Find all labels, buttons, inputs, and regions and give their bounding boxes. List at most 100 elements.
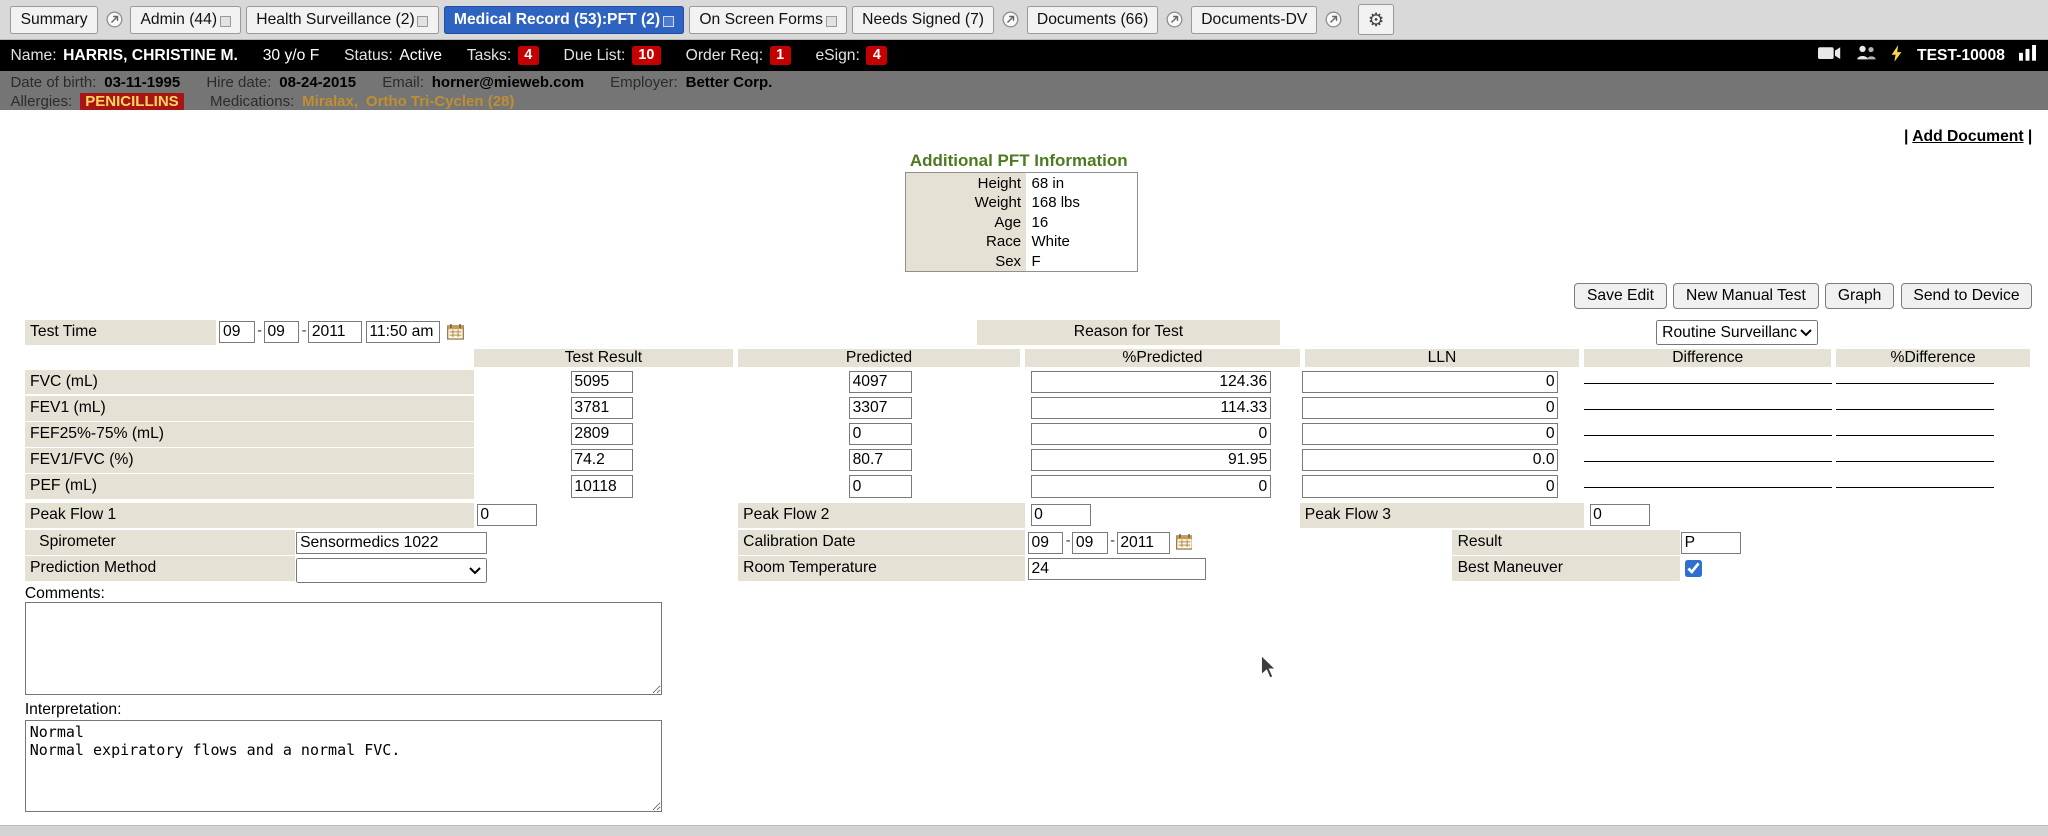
tab-health-surveillance[interactable]: Health Surveillance (2) — [246, 6, 438, 34]
pct-predicted-input[interactable] — [1031, 423, 1271, 445]
tab-on-screen-forms[interactable]: On Screen Forms — [689, 6, 847, 34]
tab-mini-popout-icon[interactable] — [826, 16, 837, 27]
prediction-method-select[interactable] — [296, 558, 487, 583]
order-req-label[interactable]: Order Req: — [686, 47, 763, 65]
tab-admin[interactable]: Admin (44) — [130, 6, 241, 34]
sex-label: Sex — [906, 252, 1027, 272]
calibration-date-label: Calibration Date — [738, 530, 1025, 555]
room-temperature-label: Room Temperature — [738, 556, 1025, 581]
tab-mini-popout-icon[interactable] — [220, 16, 231, 27]
action-button-row: Save Edit New Manual Test Graph Send to … — [1574, 283, 2032, 308]
tab-mini-popout-icon[interactable] — [417, 16, 428, 27]
test-time-label: Test Time — [25, 320, 216, 345]
best-maneuver-checkbox[interactable] — [1685, 560, 1702, 577]
peak-flow-2-input[interactable] — [1031, 504, 1091, 526]
settings-button[interactable]: ⚙ — [1358, 4, 1394, 35]
new-manual-test-button[interactable]: New Manual Test — [1673, 283, 1818, 308]
predicted-input[interactable] — [849, 371, 912, 393]
allergy-badge[interactable]: PENICILLINS — [80, 93, 184, 110]
test-result-input[interactable] — [571, 449, 634, 471]
comments-textarea[interactable] — [25, 602, 662, 695]
bar-chart-icon[interactable] — [2019, 45, 2037, 66]
webchart-window: Summary Admin (44) Health Surveillance (… — [0, 0, 2048, 836]
calibration-day-input[interactable] — [1072, 532, 1107, 554]
room-temperature-input[interactable] — [1028, 558, 1206, 580]
lln-input[interactable] — [1302, 475, 1558, 497]
test-time-month-input[interactable] — [219, 321, 254, 343]
calibration-year-input[interactable] — [1117, 532, 1171, 554]
weight-label: Weight — [906, 193, 1027, 213]
due-list-count-badge[interactable]: 10 — [632, 46, 661, 66]
peak-flow-3-label: Peak Flow 3 — [1300, 503, 1585, 528]
lln-input[interactable] — [1302, 397, 1558, 419]
tasks-count-badge[interactable]: 4 — [518, 46, 539, 66]
interpretation-textarea[interactable]: Normal Normal expiratory flows and a nor… — [25, 720, 662, 813]
predicted-input[interactable] — [849, 475, 912, 497]
peak-flow-3-input[interactable] — [1590, 504, 1650, 526]
medication-link[interactable]: Ortho Tri-Cyclen (28) — [366, 93, 515, 110]
test-time-time-input[interactable] — [366, 321, 440, 343]
lln-input[interactable] — [1302, 371, 1558, 393]
predicted-input[interactable] — [849, 397, 912, 419]
peak-flow-1-input[interactable] — [477, 504, 537, 526]
column-header-difference: Difference — [1584, 349, 1831, 367]
test-result-input[interactable] — [571, 371, 634, 393]
spirometer-input[interactable] — [296, 532, 487, 554]
lln-input[interactable] — [1302, 423, 1558, 445]
test-result-input[interactable] — [571, 423, 634, 445]
popout-icon[interactable] — [1325, 11, 1342, 28]
tab-documents-dv[interactable]: Documents-DV — [1191, 6, 1317, 34]
tab-documents[interactable]: Documents (66) — [1027, 6, 1159, 34]
test-time-year-input[interactable] — [308, 321, 362, 343]
esign-count-badge[interactable]: 4 — [866, 46, 887, 66]
graph-button[interactable]: Graph — [1825, 283, 1894, 308]
difference-blank-line — [1584, 409, 1832, 410]
calibration-month-input[interactable] — [1028, 532, 1063, 554]
reason-for-test-label: Reason for Test — [977, 320, 1280, 345]
calendar-icon[interactable] — [1176, 534, 1193, 550]
pct-predicted-input[interactable] — [1031, 397, 1271, 419]
tab-medical-record-pft[interactable]: Medical Record (53):PFT (2) — [444, 6, 684, 34]
esign-label[interactable]: eSign: — [815, 47, 859, 65]
pct-predicted-input[interactable] — [1031, 475, 1271, 497]
pft-info-row: Age16 — [906, 213, 1137, 233]
weight-value: 168 lbs — [1026, 193, 1137, 213]
add-document-link[interactable]: Add Document — [1912, 128, 2023, 145]
tab-needs-signed[interactable]: Needs Signed (7) — [852, 6, 994, 34]
lln-input[interactable] — [1302, 449, 1558, 471]
patient-name: HARRIS, CHRISTINE M. — [63, 47, 238, 65]
reason-for-test-select[interactable]: Routine Surveillance — [1656, 320, 1818, 345]
calendar-icon[interactable] — [447, 324, 464, 340]
predicted-input[interactable] — [849, 449, 912, 471]
popout-icon[interactable] — [1166, 11, 1183, 28]
employer-value: Better Corp. — [686, 74, 773, 91]
pct-predicted-input[interactable] — [1031, 449, 1271, 471]
pipe-separator: | — [2028, 128, 2032, 145]
interpretation-label: Interpretation: — [25, 701, 122, 719]
pct-difference-blank-line — [1836, 409, 1994, 410]
result-input[interactable] — [1681, 532, 1741, 554]
pct-predicted-input[interactable] — [1031, 371, 1271, 393]
patient-handoff-icon[interactable] — [1856, 45, 1877, 66]
tasks-label[interactable]: Tasks: — [467, 47, 511, 65]
video-camera-icon[interactable] — [1818, 46, 1842, 65]
tab-summary[interactable]: Summary — [10, 6, 97, 34]
tab-mini-popout-icon[interactable] — [663, 16, 674, 27]
predicted-input[interactable] — [849, 423, 912, 445]
popout-icon[interactable] — [106, 11, 123, 28]
due-list-label[interactable]: Due List: — [564, 47, 626, 65]
tab-label: Medical Record (53):PFT (2) — [454, 11, 660, 29]
medication-link[interactable]: Miralax, — [302, 93, 358, 110]
popout-icon[interactable] — [1002, 11, 1019, 28]
pct-difference-blank-line — [1836, 435, 1994, 436]
quick-actions-bolt-icon[interactable] — [1891, 45, 1903, 67]
test-result-input[interactable] — [571, 475, 634, 497]
status-label: Status: — [344, 47, 393, 65]
order-req-count-badge[interactable]: 1 — [770, 46, 791, 66]
gear-icon: ⚙ — [1368, 9, 1384, 31]
test-result-input[interactable] — [571, 397, 634, 419]
save-edit-button[interactable]: Save Edit — [1574, 283, 1667, 308]
tab-bar: Summary Admin (44) Health Surveillance (… — [0, 0, 2048, 40]
test-time-day-input[interactable] — [264, 321, 299, 343]
send-to-device-button[interactable]: Send to Device — [1901, 283, 2033, 308]
